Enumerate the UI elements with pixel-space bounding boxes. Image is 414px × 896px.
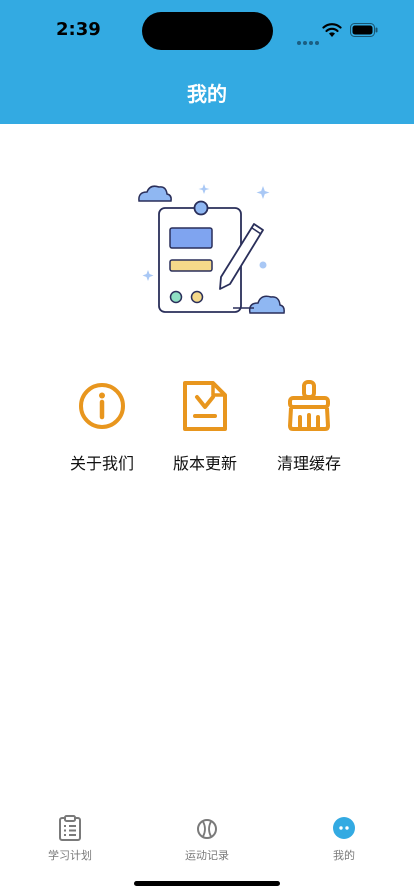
info-circle-icon xyxy=(79,383,125,429)
action-grid: 关于我们 版本更新 清理缓存 xyxy=(0,378,414,488)
wifi-icon xyxy=(322,23,342,37)
page-title: 我的 xyxy=(187,82,227,106)
tab-exercise-record[interactable]: 运动记录 xyxy=(147,814,267,863)
clear-cache-button[interactable]: 清理缓存 xyxy=(257,378,361,478)
chat-bubble-icon xyxy=(333,817,355,839)
tab-mine[interactable]: 我的 xyxy=(284,814,404,863)
tab-mine-label: 我的 xyxy=(333,849,355,862)
version-update-label: 版本更新 xyxy=(172,454,237,473)
about-us-label: 关于我们 xyxy=(69,454,134,473)
nav-header: 2:39 我的 xyxy=(0,0,414,124)
battery-icon xyxy=(350,23,378,37)
tab-study-plan-label: 学习计划 xyxy=(48,849,92,862)
home-indicator[interactable] xyxy=(134,881,280,886)
tab-study-plan[interactable]: 学习计划 xyxy=(10,814,130,863)
dynamic-island xyxy=(142,12,273,50)
version-update-button[interactable]: 版本更新 xyxy=(153,378,257,478)
tab-exercise-record-label: 运动记录 xyxy=(185,849,229,862)
tab-bar: 学习计划 运动记录 我的 xyxy=(0,810,414,870)
about-us-button[interactable]: 关于我们 xyxy=(50,378,154,478)
clear-cache-label: 清理缓存 xyxy=(276,454,341,473)
document-download-icon xyxy=(183,381,227,431)
baseball-icon xyxy=(197,819,217,839)
status-time: 2:39 xyxy=(56,19,101,40)
broom-icon xyxy=(288,380,330,431)
cellular-signal-icon xyxy=(297,30,321,49)
clipboard-illustration xyxy=(138,184,285,314)
clipboard-list-icon xyxy=(59,815,81,841)
